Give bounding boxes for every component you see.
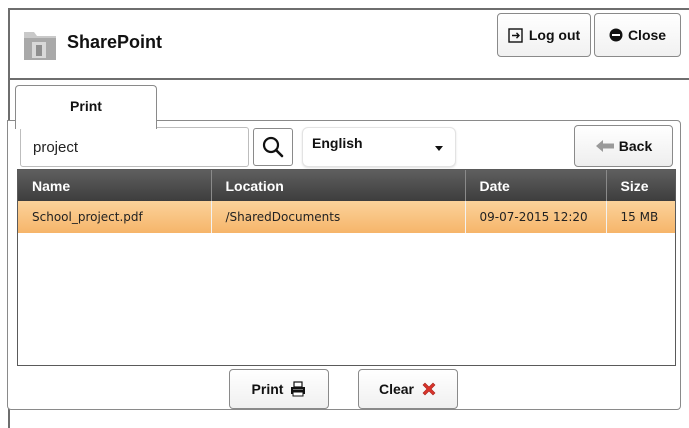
column-header-size[interactable]: Size (606, 170, 675, 201)
red-x-icon (421, 381, 437, 397)
cell-name: School_project.pdf (18, 201, 212, 233)
column-header-location[interactable]: Location (211, 170, 466, 201)
back-label: Back (618, 138, 653, 154)
stop-circle-icon (609, 28, 623, 42)
magnifier-icon (261, 135, 285, 159)
cell-location: /SharedDocuments (211, 201, 466, 233)
cell-date: 09-07-2015 12:20 (465, 201, 607, 233)
cell-size: 15 MB (606, 201, 675, 233)
app-title: SharePoint (67, 32, 163, 52)
logout-label: Log out (528, 27, 581, 43)
close-button[interactable]: Close (594, 13, 681, 57)
print-label: Print (251, 381, 284, 397)
logout-button[interactable]: Log out (497, 13, 591, 57)
close-label: Close (627, 27, 667, 43)
left-arrow-icon (595, 139, 615, 153)
table-header-row: Name Location Date Size (18, 170, 675, 201)
sharepoint-folder-icon (22, 28, 58, 62)
logout-icon (508, 27, 524, 43)
print-button[interactable]: Print (229, 369, 329, 409)
search-button[interactable] (253, 128, 293, 166)
printer-icon (290, 381, 306, 397)
language-select[interactable]: English (302, 127, 456, 167)
column-header-date[interactable]: Date (465, 170, 607, 201)
search-input[interactable] (20, 127, 249, 167)
clear-label: Clear (378, 381, 415, 397)
column-header-name[interactable]: Name (18, 170, 212, 201)
table-row[interactable]: School_project.pdf /SharedDocuments 09-0… (18, 201, 675, 233)
language-value: English (312, 135, 363, 151)
clear-button[interactable]: Clear (358, 369, 458, 409)
back-button[interactable]: Back (574, 125, 673, 167)
file-table: Name Location Date Size School_project.p… (17, 169, 676, 366)
tab-print[interactable]: Print (15, 85, 157, 129)
caret-down-icon (435, 146, 443, 151)
